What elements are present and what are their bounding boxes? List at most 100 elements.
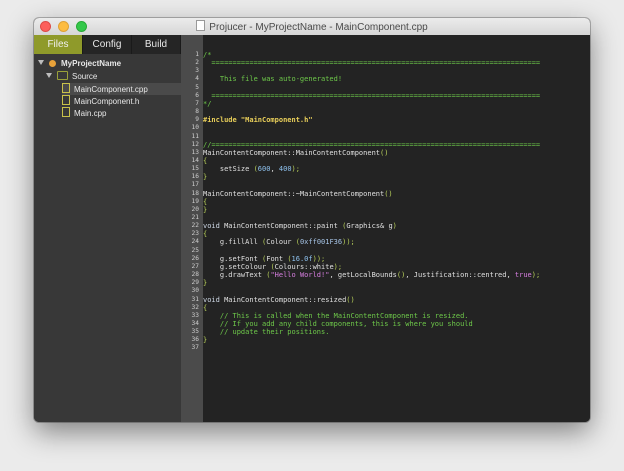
expand-triangle-icon[interactable] — [38, 60, 44, 65]
file-name: MainComponent.h — [74, 97, 140, 106]
code-token: { — [203, 156, 208, 165]
code-line: g.setColour (Colours::white); — [203, 263, 342, 271]
code-token: { — [203, 303, 208, 312]
code-token: MainContentComponent::~MainContentCompon… — [203, 189, 385, 198]
line-number: 33 — [191, 311, 199, 319]
code-line: #include "MainComponent.h" — [203, 116, 313, 124]
line-number: 21 — [191, 214, 199, 221]
code-line: This file was auto-generated! — [203, 75, 342, 83]
code-token: MainContentComponent::resized — [224, 295, 347, 304]
line-number: 36 — [191, 336, 199, 344]
code-editor[interactable]: /* =====================================… — [203, 35, 590, 422]
code-line: // If you add any child components, this… — [203, 320, 473, 328]
code-line: g.setFont (Font (16.0f)); — [203, 255, 325, 263]
line-number: 26 — [191, 254, 199, 262]
code-token: /* — [203, 51, 212, 59]
folder-icon — [57, 71, 68, 80]
projucer-window: Projucer - MyProjectName - MainComponent… — [34, 18, 590, 422]
code-line: //======================================… — [203, 141, 540, 149]
code-token: MainContentComponent::MainContentCompone… — [203, 148, 381, 157]
code-token: , — [270, 165, 279, 174]
file-name: Main.cpp — [74, 109, 107, 118]
code-token: Font — [266, 254, 288, 263]
code-token: g.setColour — [203, 262, 271, 271]
code-line: // This is called when the MainContentCo… — [203, 312, 469, 320]
code-line: { — [203, 230, 207, 238]
expand-triangle-icon[interactable] — [46, 73, 52, 78]
line-number: 22 — [191, 222, 199, 230]
tab-build[interactable]: Build — [132, 35, 181, 54]
code-token: ) — [392, 222, 397, 231]
code-token: Colour — [266, 238, 296, 247]
line-number: 12 — [191, 140, 199, 148]
line-number: 23 — [191, 230, 199, 238]
code-token: )); — [312, 254, 326, 263]
line-number-gutter: 1 2 3 4 5 6 7 8 9 10 11 12 13 14 15 16 17 18 19 20 21 22 23 24 2… — [181, 35, 203, 422]
project-name: MyProjectName — [61, 59, 122, 68]
tree-file-item[interactable]: MainComponent.h — [62, 95, 139, 107]
tree-file-item[interactable]: MainComponent.cpp — [62, 83, 181, 95]
line-number: 1 — [195, 51, 199, 58]
line-number: 35 — [191, 328, 199, 336]
line-number: 28 — [191, 271, 199, 279]
line-number: 31 — [191, 295, 199, 303]
code-token: //======================================… — [203, 140, 541, 149]
code-line: setSize (600, 400); — [203, 165, 300, 173]
code-token: { — [203, 197, 208, 206]
code-token: () — [346, 295, 355, 304]
code-token: "Hello World!" — [270, 271, 330, 280]
code-line: /* — [203, 51, 211, 59]
code-token: ); — [291, 165, 300, 174]
file-icon — [62, 107, 70, 117]
title-bar[interactable]: Projucer - MyProjectName - MainComponent… — [34, 18, 590, 36]
code-line: { — [203, 157, 207, 165]
line-number: 7 — [195, 99, 199, 107]
line-number: 3 — [195, 67, 199, 75]
code-line: ========================================… — [203, 92, 540, 100]
line-number: 30 — [191, 287, 199, 295]
tree-source-group[interactable]: Source — [34, 71, 181, 83]
code-token: g.fillAll — [203, 238, 263, 247]
file-icon — [62, 83, 70, 93]
line-number: 5 — [195, 83, 199, 91]
code-token: ========================================… — [203, 91, 541, 100]
code-line: } — [203, 206, 207, 214]
code-line: g.drawText ("Hello World!", getLocalBoun… — [203, 271, 540, 279]
code-token: { — [203, 230, 208, 239]
line-number: 27 — [191, 262, 199, 270]
line-number: 16 — [191, 173, 199, 181]
code-token: #include "MainComponent.h" — [203, 116, 313, 125]
tab-files[interactable]: Files — [34, 35, 83, 54]
code-token: , Justification::centred, — [405, 271, 515, 280]
line-number: 8 — [195, 108, 199, 116]
code-line: { — [203, 198, 207, 206]
code-token: , getLocalBounds — [329, 271, 397, 280]
line-number: 11 — [191, 132, 199, 140]
line-number: 34 — [191, 319, 199, 327]
project-icon — [49, 60, 56, 67]
tree-file-item[interactable]: Main.cpp — [62, 107, 106, 119]
line-number: 24 — [191, 238, 199, 246]
line-number: 15 — [191, 165, 199, 173]
tree-project-row[interactable]: MyProjectName — [34, 58, 181, 70]
line-number: 9 — [195, 116, 199, 124]
code-line: g.fillAll (Colour (0xff001F36)); — [203, 238, 355, 246]
line-number: 6 — [195, 91, 199, 99]
code-token: () — [384, 189, 393, 198]
code-token: } — [203, 173, 208, 182]
code-line: // update their positions. — [203, 328, 330, 336]
file-name: MainComponent.cpp — [74, 85, 148, 94]
line-number: 19 — [191, 197, 199, 205]
line-number: 4 — [195, 75, 199, 83]
line-number: 20 — [191, 205, 199, 213]
sidebar-tabs: Files Config Build — [34, 35, 181, 54]
code-token: This file was auto-generated! — [203, 75, 343, 84]
line-number: 18 — [191, 189, 199, 197]
code-token: // If you add any child components, this… — [203, 319, 473, 328]
code-token: 400 — [278, 165, 292, 174]
tab-config[interactable]: Config — [83, 35, 132, 54]
code-token: 600 — [257, 165, 271, 174]
line-number: 25 — [191, 246, 199, 254]
code-token: // This is called when the MainContentCo… — [203, 311, 469, 320]
code-token: ========================================… — [203, 59, 541, 68]
